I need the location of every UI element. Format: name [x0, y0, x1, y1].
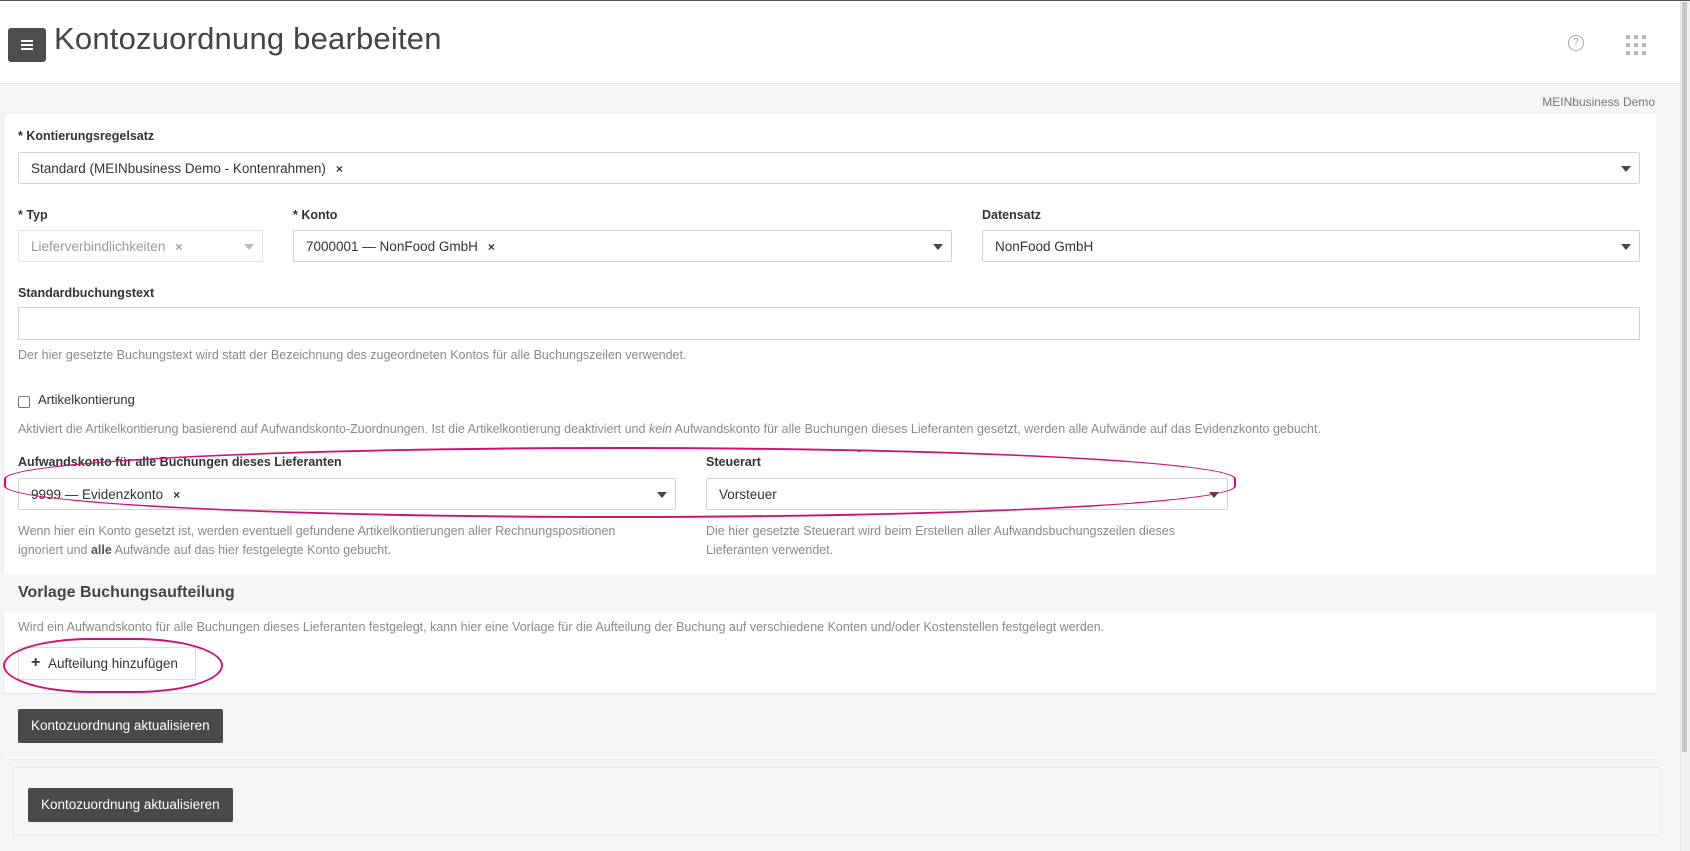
standardbuchungstext-label: Standardbuchungstext — [18, 286, 155, 300]
steuerart-value: Vorsteuer — [719, 487, 777, 502]
plus-icon: + — [31, 654, 41, 671]
question-circle-icon[interactable]: ? — [1568, 35, 1584, 51]
section-title: Vorlage Buchungsaufteilung — [18, 584, 235, 601]
update-button-bottom[interactable]: Kontozuordnung aktualisieren — [28, 788, 233, 822]
steuerart-select[interactable]: Vorsteuer — [706, 478, 1228, 510]
konto-value: 7000001 — NonFood GmbH — [306, 239, 478, 254]
datensatz-label: Datensatz — [982, 208, 1042, 222]
clear-icon[interactable]: × — [488, 240, 495, 254]
steuerart-help: Die hier gesetzte Steuerart wird beim Er… — [706, 524, 1176, 557]
kontierungsregelsatz-label: * Kontierungsregelsatz — [18, 129, 155, 143]
aufwandskonto-help: Wenn hier ein Konto gesetzt ist, werden … — [18, 524, 616, 557]
aufwandskonto-value: 9999 — Evidenzkonto — [31, 487, 164, 502]
page-header: Kontozuordnung bearbeiten ? — [0, 1, 1680, 84]
vorlage-help: Wird ein Aufwandskonto für alle Buchunge… — [18, 620, 1105, 634]
menu-toggle-button[interactable] — [8, 28, 46, 62]
chevron-down-icon — [1621, 244, 1631, 250]
stray-dot — [858, 450, 860, 452]
form-footer — [3, 693, 1656, 758]
grid-dots-icon[interactable] — [1626, 35, 1646, 55]
chevron-down-icon — [1621, 166, 1631, 172]
chevron-down-icon — [244, 244, 254, 250]
konto-label: * Konto — [293, 208, 338, 222]
kontierungsregelsatz-value: Standard (MEINbusiness Demo - Kontenrahm… — [31, 161, 326, 176]
scrollbar-thumb[interactable] — [1682, 2, 1687, 752]
chevron-down-icon — [933, 244, 943, 250]
artikelkontierung-label: Artikelkontierung — [38, 392, 135, 407]
typ-select: Lieferverbindlichkeiten × — [18, 230, 263, 262]
chevron-down-icon — [1209, 492, 1219, 498]
section-header-band — [3, 574, 1656, 611]
company-name: MEINbusiness Demo — [1542, 95, 1655, 109]
update-button[interactable]: Kontozuordnung aktualisieren — [18, 709, 223, 743]
kontierungsregelsatz-select[interactable]: Standard (MEINbusiness Demo - Kontenrahm… — [18, 152, 1640, 184]
page-title: Kontozuordnung bearbeiten — [54, 21, 442, 56]
steuerart-label: Steuerart — [706, 455, 761, 469]
typ-value: Lieferverbindlichkeiten — [31, 239, 166, 254]
aufwandskonto-label: Aufwandskonto für alle Buchungen dieses … — [18, 455, 342, 469]
bottom-action-bar — [13, 767, 1661, 835]
datensatz-value: NonFood GmbH — [995, 239, 1094, 254]
chevron-down-icon — [657, 492, 667, 498]
artikelkontierung-help: Aktiviert die Artikelkontierung basieren… — [18, 422, 1321, 436]
datensatz-select[interactable]: NonFood GmbH — [982, 230, 1640, 262]
clear-icon[interactable]: × — [173, 488, 180, 502]
standardbuchungstext-help: Der hier gesetzte Buchungstext wird stat… — [18, 348, 687, 362]
konto-select[interactable]: 7000001 — NonFood GmbH × — [293, 230, 952, 262]
clear-icon[interactable]: × — [336, 162, 343, 176]
standardbuchungstext-input[interactable] — [18, 307, 1640, 340]
add-split-button[interactable]: + Aufteilung hinzufügen — [18, 647, 196, 680]
clear-icon: × — [175, 240, 183, 254]
artikelkontierung-checkbox[interactable] — [18, 396, 30, 408]
aufwandskonto-select[interactable]: 9999 — Evidenzkonto × — [18, 478, 676, 510]
hamburger-icon — [21, 44, 33, 46]
typ-label: * Typ — [18, 208, 48, 222]
